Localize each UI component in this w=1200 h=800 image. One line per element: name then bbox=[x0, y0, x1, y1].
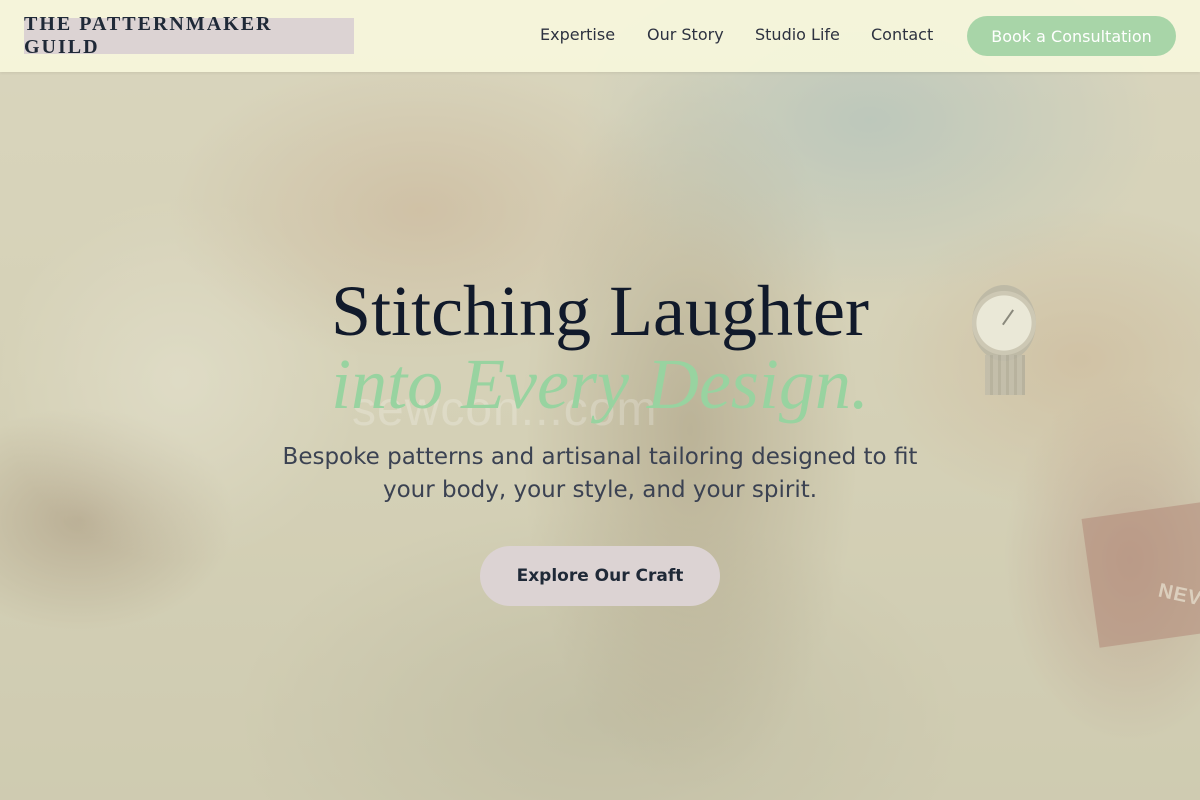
nav-link-expertise[interactable]: Expertise bbox=[540, 25, 615, 44]
nav-link-our-story[interactable]: Our Story bbox=[647, 25, 724, 44]
hero-title-line2: into Every Design. bbox=[331, 344, 869, 424]
explore-craft-button[interactable]: Explore Our Craft bbox=[480, 546, 720, 606]
site-logo[interactable]: THE PATTERNMAKER GUILD bbox=[24, 13, 354, 58]
hero-subtitle: Bespoke patterns and artisanal tailoring… bbox=[282, 444, 918, 503]
nav-link-studio-life[interactable]: Studio Life bbox=[755, 25, 840, 44]
site-header: THE PATTERNMAKER GUILD Expertise Our Sto… bbox=[0, 0, 1200, 72]
book-consultation-button[interactable]: Book a Consultation bbox=[967, 16, 1176, 56]
nav-link-contact[interactable]: Contact bbox=[871, 25, 933, 44]
